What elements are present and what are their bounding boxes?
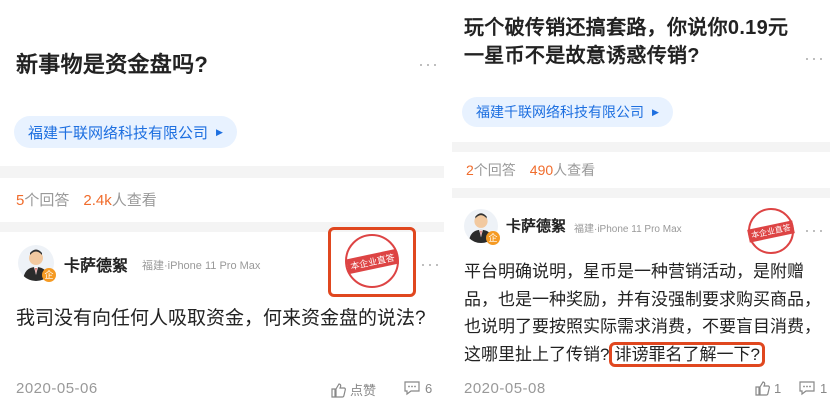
question-stats: 5个回答 2.4k人查看 bbox=[16, 189, 157, 210]
comment-button[interactable]: 1 bbox=[798, 380, 827, 396]
views-label: 人查看 bbox=[553, 162, 596, 178]
answers-count: 2 bbox=[466, 162, 474, 178]
answers-label: 个回答 bbox=[24, 192, 70, 209]
stamp-text: 本企业直答 bbox=[747, 219, 795, 243]
comment-icon bbox=[404, 381, 420, 396]
screenshot: 新事物是资金盘吗? ··· 福建千联网络科技有限公司 ▶ 5个回答 2.4k人查看… bbox=[0, 0, 830, 410]
views-label: 人查看 bbox=[111, 192, 157, 209]
user-name[interactable]: 卡萨德絮 bbox=[64, 252, 128, 276]
stamp-text: 本企业直答 bbox=[345, 248, 399, 274]
like-button[interactable]: 点赞 bbox=[330, 380, 376, 399]
comment-icon bbox=[799, 381, 815, 396]
company-tag-label: 福建千联网络科技有限公司 bbox=[476, 104, 644, 120]
answer-highlight: 诽谤罪名了解一下? bbox=[609, 341, 765, 367]
more-options-icon[interactable]: ··· bbox=[804, 220, 825, 241]
views-count: 490 bbox=[529, 162, 554, 178]
answer-date: 2020-05-06 bbox=[16, 380, 98, 397]
comment-button[interactable]: 6 bbox=[403, 380, 432, 396]
like-label: 点赞 bbox=[350, 383, 377, 398]
more-options-icon[interactable]: ··· bbox=[804, 48, 825, 69]
chevron-right-icon: ▶ bbox=[652, 106, 659, 117]
left-question-card: 新事物是资金盘吗? ··· 福建千联网络科技有限公司 ▶ 5个回答 2.4k人查看… bbox=[0, 0, 444, 410]
chevron-right-icon: ▶ bbox=[216, 126, 223, 137]
company-tag[interactable]: 福建千联网络科技有限公司 ▶ bbox=[462, 97, 673, 127]
enterprise-badge: 企 bbox=[42, 268, 56, 282]
right-question-card: 玩个破传销还搞套路，你说你0.19元一星币不是故意诱惑传销? ··· 福建千联网… bbox=[452, 0, 830, 410]
enterprise-stamp: 本企业直答 bbox=[747, 208, 795, 254]
divider bbox=[452, 188, 830, 198]
divider bbox=[452, 142, 830, 152]
question-stats: 2个回答 490人查看 bbox=[466, 160, 595, 180]
company-tag-label: 福建千联网络科技有限公司 bbox=[28, 124, 209, 142]
more-options-icon[interactable]: ··· bbox=[418, 54, 439, 75]
like-button[interactable]: 1 bbox=[754, 380, 781, 396]
answer-text: 平台明确说明，星币是一种营销活动，是附赠品，也是一种奖励，并有没强制要求购买商品… bbox=[464, 258, 824, 368]
answers-label: 个回答 bbox=[473, 162, 516, 178]
company-tag[interactable]: 福建千联网络科技有限公司 ▶ bbox=[14, 116, 237, 148]
comment-count: 1 bbox=[820, 380, 828, 396]
thumbs-up-icon bbox=[755, 381, 770, 396]
views-count: 2.4k bbox=[83, 192, 112, 209]
comment-count: 6 bbox=[425, 380, 433, 396]
answer-text: 我司没有向任何人吸取资金，何来资金盘的说法? bbox=[16, 308, 426, 329]
question-title: 玩个破传销还搞套路，你说你0.19元一星币不是故意诱惑传销? bbox=[464, 17, 789, 67]
question-title: 新事物是资金盘吗? bbox=[16, 52, 209, 77]
enterprise-badge: 企 bbox=[486, 231, 500, 245]
thumbs-up-icon bbox=[331, 382, 346, 398]
device-info: 福建·iPhone 11 Pro Max bbox=[574, 224, 682, 235]
enterprise-stamp: 本企业直答 bbox=[345, 234, 399, 288]
panel-gap bbox=[444, 0, 452, 410]
answer-date: 2020-05-08 bbox=[464, 380, 546, 397]
device-info: 福建·iPhone 11 Pro Max bbox=[142, 260, 261, 272]
like-count: 1 bbox=[774, 380, 782, 396]
user-name[interactable]: 卡萨德絮 bbox=[506, 215, 566, 236]
divider bbox=[0, 166, 444, 178]
more-options-icon[interactable]: ··· bbox=[420, 254, 441, 275]
